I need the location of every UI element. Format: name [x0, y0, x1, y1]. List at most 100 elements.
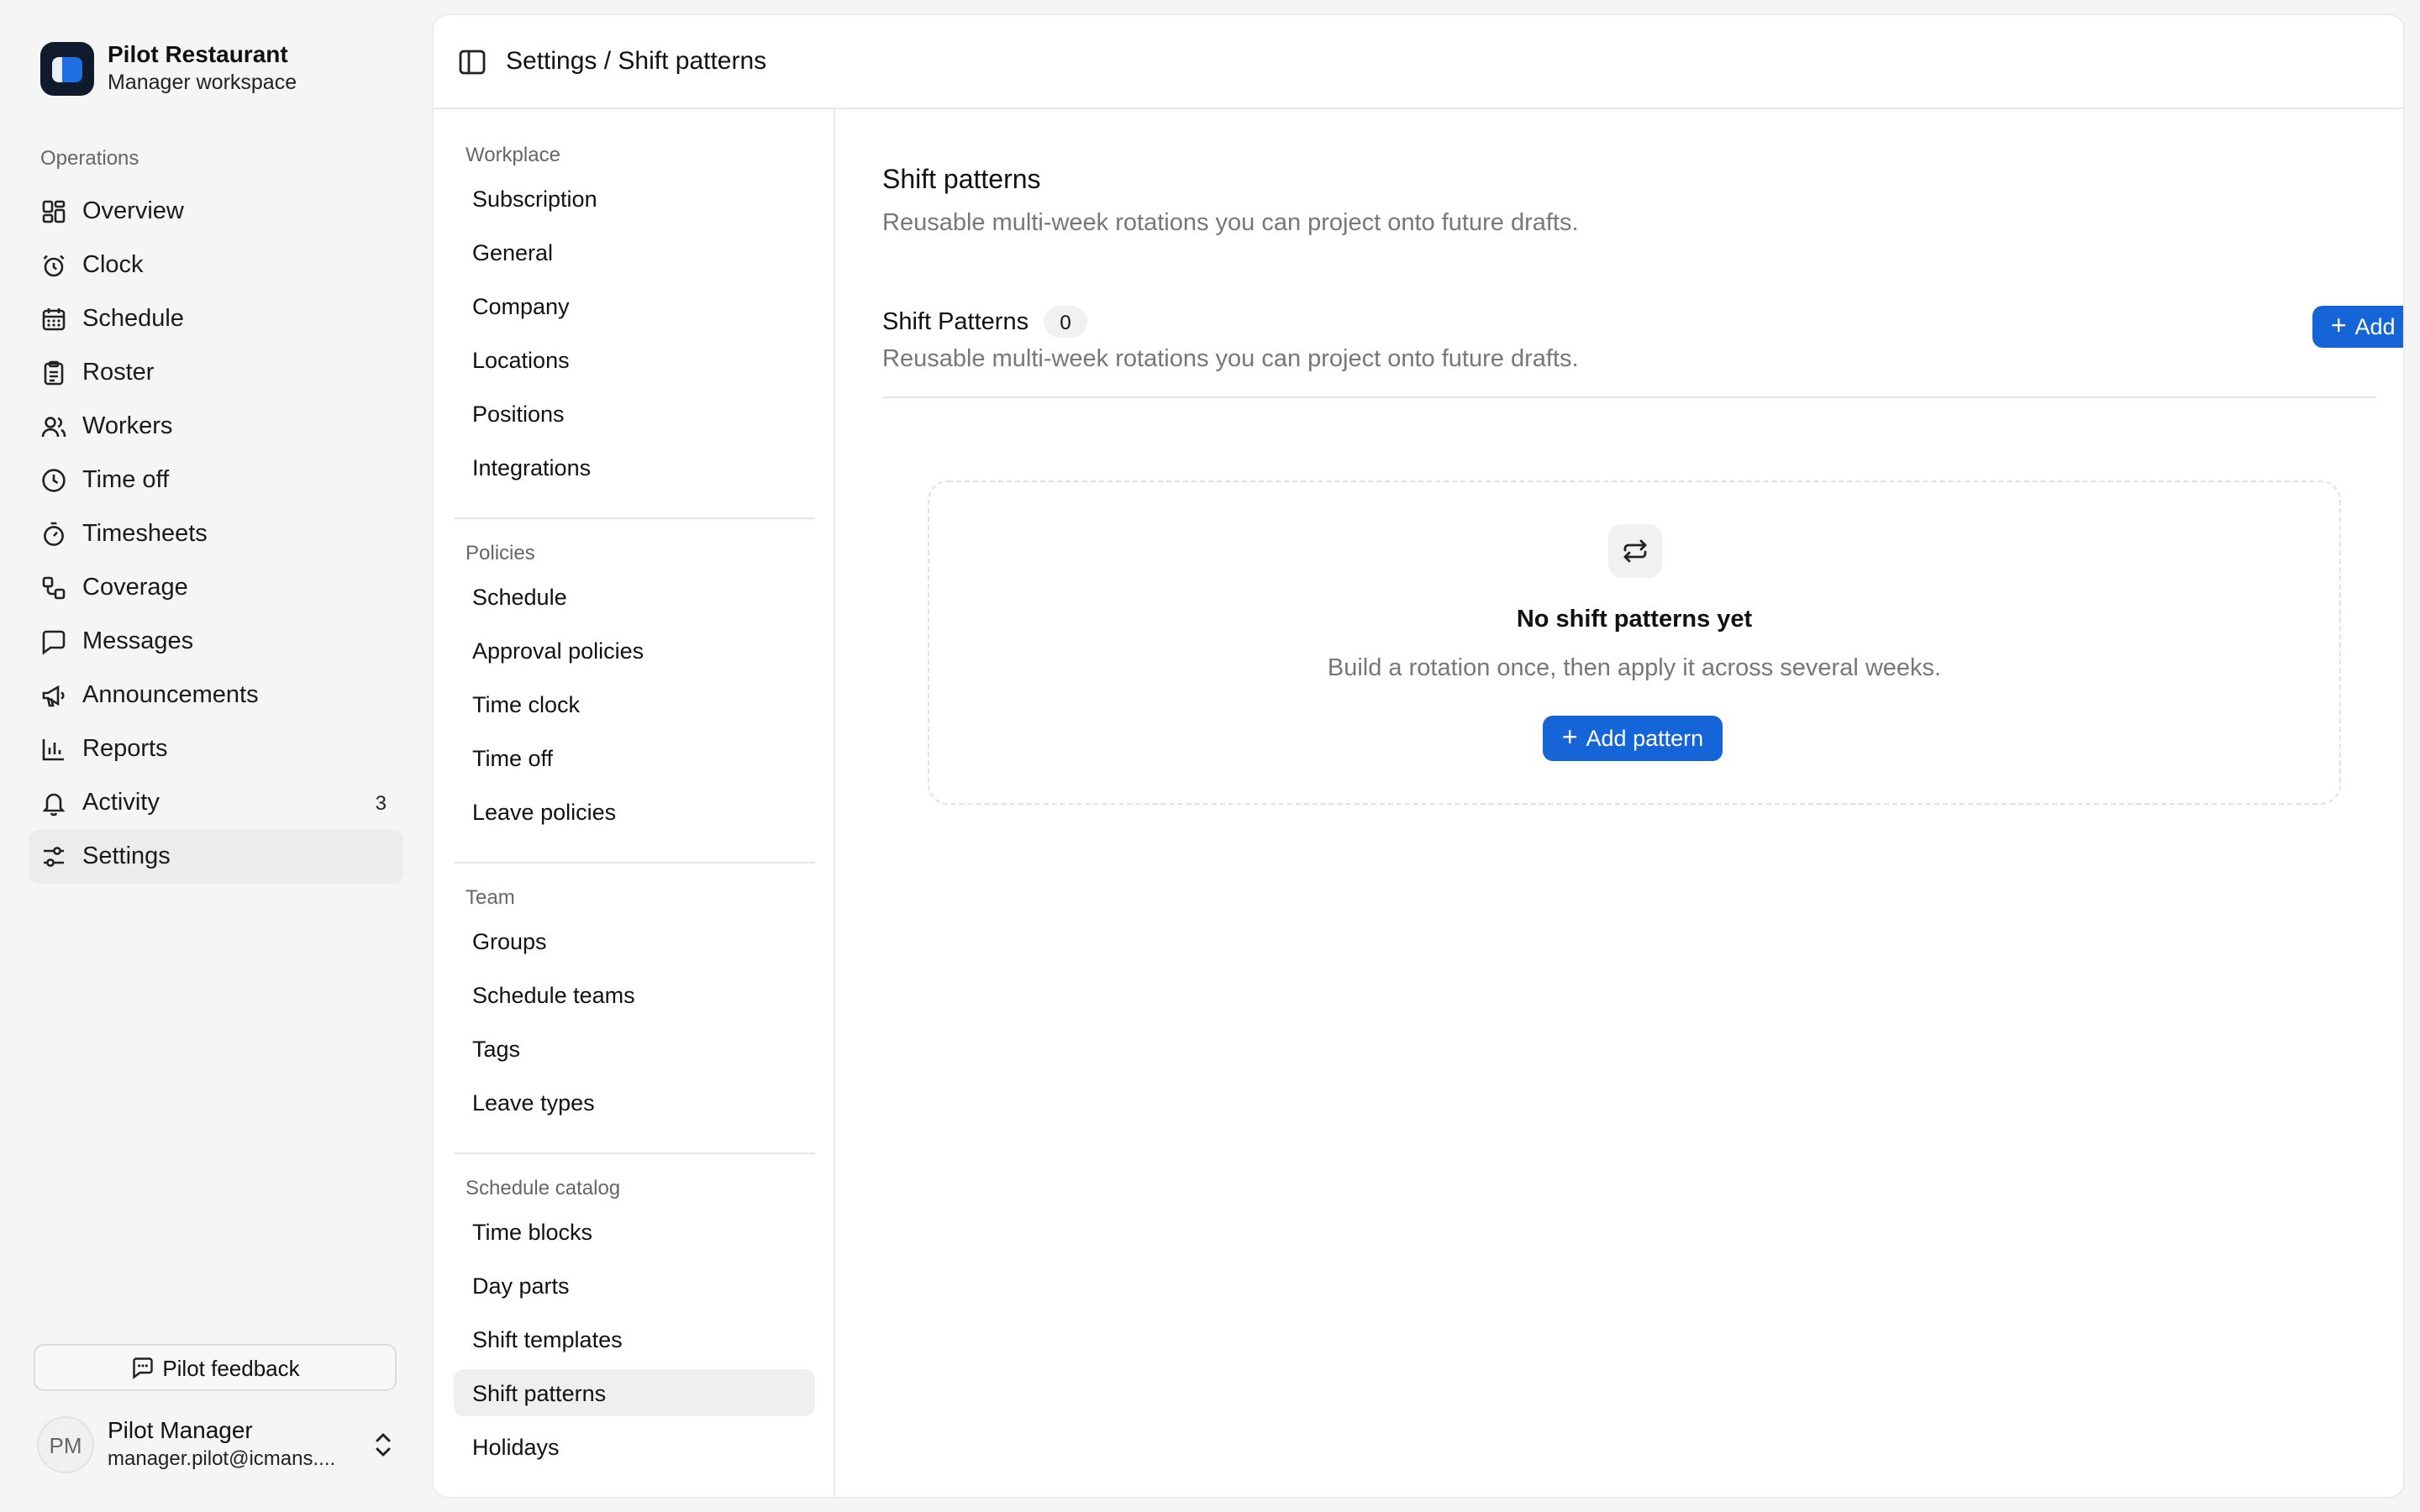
- message-square-icon: [40, 628, 67, 655]
- settings-content: Shift patterns Reusable multi‑week rotat…: [837, 109, 2403, 1497]
- user-name: Pilot Manager: [108, 1416, 253, 1443]
- subnav-divider: [454, 1497, 815, 1499]
- add-pattern-button[interactable]: + Add pattern: [2312, 306, 2403, 348]
- section-title: Shift Patterns: [882, 308, 1029, 335]
- subnav-item-time-off[interactable]: Time off: [454, 734, 815, 781]
- sidebar-item-timesheets[interactable]: Timesheets: [29, 507, 403, 561]
- subnav-divider: [454, 862, 815, 864]
- add-pattern-label: Add pattern: [2354, 314, 2403, 339]
- section-description: Reusable multi‑week rotations you can pr…: [882, 346, 1579, 373]
- section-header: Shift Patterns 0: [882, 306, 1088, 338]
- subnav-item-shift-templates[interactable]: Shift templates: [454, 1315, 815, 1362]
- sidebar-item-time-off[interactable]: Time off: [29, 454, 403, 507]
- subnav-item-positions[interactable]: Positions: [454, 390, 815, 437]
- empty-state-title: No shift patterns yet: [1516, 606, 1753, 633]
- sidebar-item-announcements[interactable]: Announcements: [29, 669, 403, 722]
- sidebar-item-clock[interactable]: Clock: [29, 239, 403, 292]
- subnav-item-approval-policies[interactable]: Approval policies: [454, 627, 815, 674]
- subnav-item-holidays[interactable]: Holidays: [454, 1423, 815, 1470]
- subnav-item-schedule[interactable]: Schedule: [454, 573, 815, 620]
- workspace-switcher[interactable]: Pilot Restaurant Manager workspace: [40, 40, 297, 97]
- chevrons-up-down-icon: [376, 1433, 391, 1457]
- brand-name: Pilot Restaurant: [108, 40, 288, 67]
- sidebar-item-label: Workers: [82, 413, 173, 440]
- user-email: manager.pilot@icmans....: [108, 1446, 336, 1470]
- sidebar-item-label: Reports: [82, 736, 168, 763]
- subnav-item-subscription[interactable]: Subscription: [454, 175, 815, 222]
- subnav-group-team: Team: [466, 885, 515, 909]
- stopwatch-icon: [40, 521, 67, 548]
- brand-logo: [40, 42, 94, 96]
- app-sidebar: Pilot Restaurant Manager workspace Opera…: [0, 0, 424, 1512]
- sidebar-item-settings[interactable]: Settings: [29, 830, 403, 884]
- plus-icon: +: [1561, 723, 1578, 752]
- pilot-feedback-button[interactable]: Pilot feedback: [34, 1344, 397, 1391]
- subnav-item-groups[interactable]: Groups: [454, 917, 815, 964]
- sidebar-item-label: Roster: [82, 360, 155, 386]
- main-panel: Settings / Shift patterns Workplace Subs…: [432, 13, 2405, 1499]
- alarm-clock-icon: [40, 252, 67, 279]
- section-divider: [882, 396, 2376, 398]
- sidebar-item-label: Announcements: [82, 682, 259, 709]
- users-icon: [40, 413, 67, 440]
- subnav-group-policies: Policies: [466, 541, 535, 564]
- megaphone-icon: [40, 682, 67, 709]
- main-nav: Overview Clock Schedule Roster Workers T…: [29, 185, 403, 884]
- subnav-divider: [454, 517, 815, 519]
- sidebar-item-schedule[interactable]: Schedule: [29, 292, 403, 346]
- sidebar-item-label: Coverage: [82, 575, 188, 601]
- grid-icon: [40, 198, 67, 225]
- empty-add-pattern-button[interactable]: + Add pattern: [1543, 716, 1723, 761]
- sidebar-item-coverage[interactable]: Coverage: [29, 561, 403, 615]
- subnav-item-leave-policies[interactable]: Leave policies: [454, 788, 815, 835]
- subnav-item-locations[interactable]: Locations: [454, 336, 815, 383]
- sidebar-item-workers[interactable]: Workers: [29, 400, 403, 454]
- sidebar-item-label: Messages: [82, 628, 194, 655]
- top-bar: Settings / Shift patterns: [434, 15, 2403, 109]
- subnav-item-shift-patterns[interactable]: Shift patterns: [454, 1369, 815, 1416]
- sidebar-toggle-icon[interactable]: [457, 47, 487, 77]
- message-square-icon: [130, 1356, 154, 1379]
- sidebar-item-messages[interactable]: Messages: [29, 615, 403, 669]
- subnav-item-time-blocks[interactable]: Time blocks: [454, 1208, 815, 1255]
- sidebar-item-label: Timesheets: [82, 521, 208, 548]
- sidebar-item-label: Settings: [82, 843, 171, 870]
- clipboard-icon: [40, 360, 67, 386]
- settings-subnav: Workplace Subscription General Company L…: [434, 109, 835, 1497]
- subnav-item-company[interactable]: Company: [454, 282, 815, 329]
- workflow-icon: [40, 575, 67, 601]
- subnav-item-time-clock[interactable]: Time clock: [454, 680, 815, 727]
- subnav-item-general[interactable]: General: [454, 228, 815, 276]
- add-pattern-label: Add pattern: [1586, 726, 1704, 751]
- user-menu[interactable]: PM Pilot Manager manager.pilot@icmans...…: [37, 1415, 397, 1475]
- clock-icon: [40, 467, 67, 494]
- repeat-icon: [1608, 524, 1662, 578]
- pattern-count-badge: 0: [1044, 306, 1088, 338]
- nav-section-title: Operations: [40, 146, 139, 170]
- subnav-item-leave-types[interactable]: Leave types: [454, 1079, 815, 1126]
- activity-count-badge: 3: [375, 791, 387, 815]
- sidebar-item-overview[interactable]: Overview: [29, 185, 403, 239]
- plus-icon: +: [2330, 312, 2347, 340]
- empty-state: No shift patterns yet Build a rotation o…: [928, 480, 2341, 805]
- sliders-icon: [40, 843, 67, 870]
- bell-icon: [40, 790, 67, 816]
- brand-subtitle: Manager workspace: [108, 71, 297, 94]
- sidebar-item-reports[interactable]: Reports: [29, 722, 403, 776]
- sidebar-item-roster[interactable]: Roster: [29, 346, 403, 400]
- subnav-item-tags[interactable]: Tags: [454, 1025, 815, 1072]
- subnav-item-day-parts[interactable]: Day parts: [454, 1262, 815, 1309]
- subnav-group-workplace: Workplace: [466, 143, 560, 166]
- bar-chart-icon: [40, 736, 67, 763]
- sidebar-item-label: Overview: [82, 198, 184, 225]
- subnav-item-schedule-teams[interactable]: Schedule teams: [454, 971, 815, 1018]
- subnav-group-schedule-catalog: Schedule catalog: [466, 1176, 621, 1200]
- sidebar-item-label: Time off: [82, 467, 170, 494]
- sidebar-item-label: Clock: [82, 252, 144, 279]
- subnav-item-integrations[interactable]: Integrations: [454, 444, 815, 491]
- pilot-feedback-label: Pilot feedback: [162, 1355, 300, 1380]
- calendar-icon: [40, 306, 67, 333]
- page-title: Shift patterns: [882, 166, 1041, 195]
- sidebar-item-label: Schedule: [82, 306, 184, 333]
- sidebar-item-activity[interactable]: Activity 3: [29, 776, 403, 830]
